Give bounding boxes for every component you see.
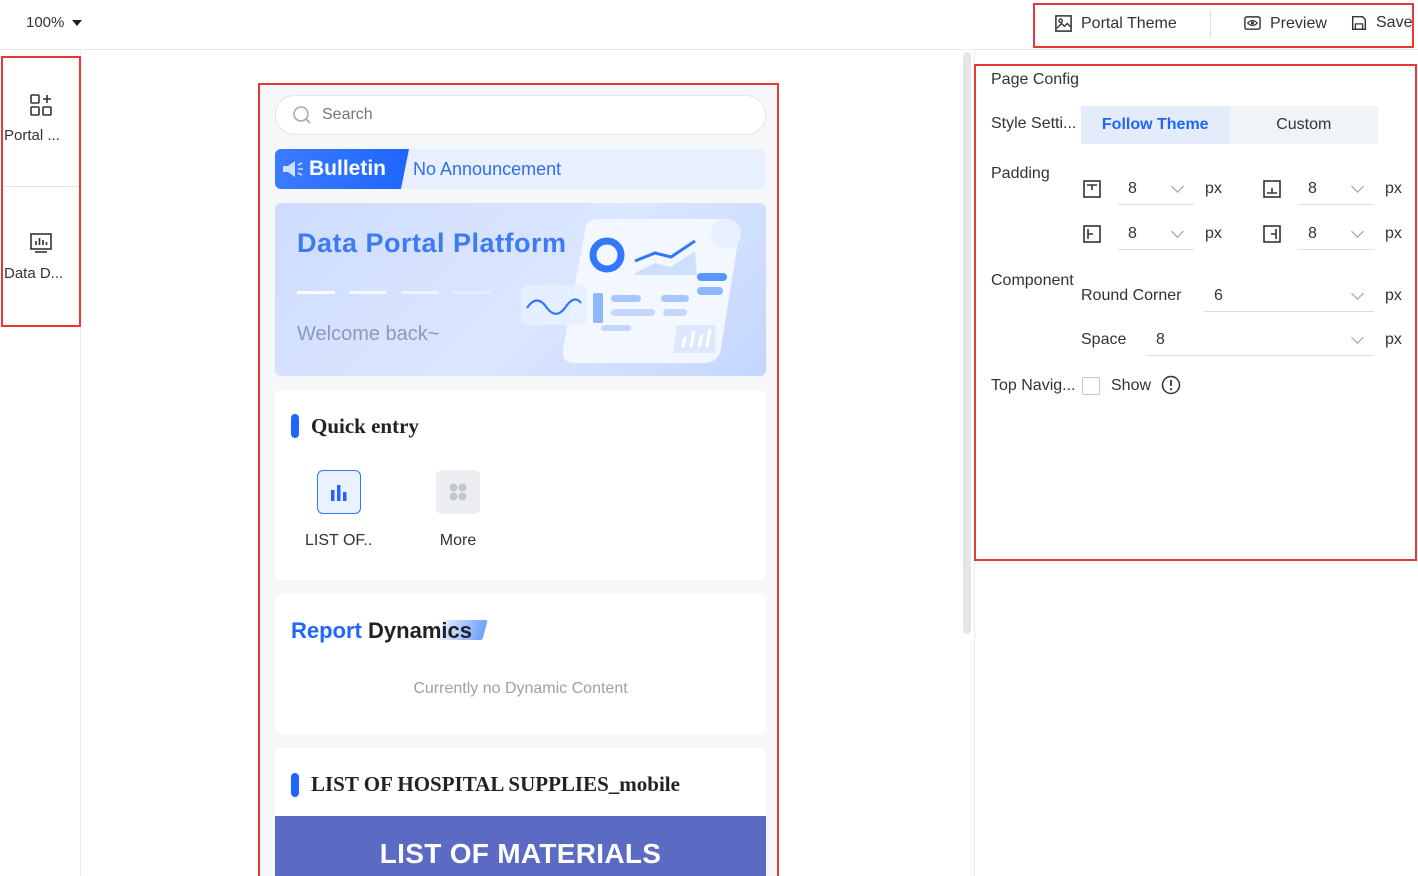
panel-divider	[974, 51, 975, 876]
save-label: Save	[1376, 14, 1413, 31]
chevron-down-icon	[1171, 224, 1184, 238]
padding-right-icon	[1263, 225, 1281, 243]
component-label: Component	[991, 272, 1074, 289]
eye-icon	[1244, 16, 1261, 30]
padding-bottom-value: 8	[1308, 179, 1317, 197]
style-settings-label: Style Setti...	[991, 115, 1077, 132]
sidebar-item-portal[interactable]: Portal ...	[4, 93, 78, 144]
unit-label: px	[1385, 287, 1402, 304]
unit-label: px	[1205, 225, 1222, 242]
bulletin-text: No Announcement	[413, 158, 562, 179]
portal-theme-label: Portal Theme	[1081, 14, 1177, 32]
chart-board-icon	[30, 233, 52, 253]
style-custom[interactable]: Custom	[1230, 106, 1379, 144]
section-marker	[291, 773, 299, 797]
padding-left-value: 8	[1128, 224, 1137, 242]
quick-entry-label: LIST OF..	[305, 532, 373, 549]
style-follow-theme[interactable]: Follow Theme	[1081, 106, 1230, 144]
toolbar-divider	[1210, 10, 1211, 38]
apps-add-icon	[30, 94, 52, 116]
report-empty-text: Currently no Dynamic Content	[413, 680, 628, 697]
round-corner-label: Round Corner	[1081, 287, 1182, 304]
chevron-down-icon	[1351, 179, 1364, 193]
top-navigation-label: Top Navig...	[991, 377, 1076, 394]
unit-label: px	[1385, 225, 1402, 242]
report-title-part1: Report	[291, 618, 362, 643]
space-label: Space	[1081, 331, 1127, 348]
search-input[interactable]	[322, 106, 722, 124]
caret-down-icon	[72, 19, 83, 26]
chevron-down-icon	[1351, 286, 1364, 300]
materials-banner[interactable]: LIST OF MATERIALS	[275, 816, 766, 876]
padding-left-icon	[1083, 225, 1101, 243]
search-box[interactable]	[275, 95, 766, 135]
bulletin-tag: Bulletin	[275, 149, 409, 189]
sidebar-item-label: Portal ...	[4, 127, 60, 144]
padding-top-value: 8	[1128, 179, 1137, 197]
padding-top-icon	[1083, 180, 1101, 198]
space-select[interactable]: 8	[1146, 324, 1374, 356]
round-corner-select[interactable]: 6	[1204, 280, 1374, 312]
preview-label: Preview	[1270, 14, 1327, 32]
save-icon	[1351, 15, 1367, 31]
quick-entry-title: Quick entry	[311, 414, 419, 438]
chevron-down-icon	[1351, 330, 1364, 344]
style-segmented-control: Follow Theme Custom	[1081, 106, 1378, 144]
padding-bottom-select[interactable]: 8	[1298, 173, 1374, 205]
canvas-scrollbar[interactable]	[963, 52, 971, 634]
padding-label: Padding	[991, 165, 1050, 182]
show-label: Show	[1111, 377, 1152, 394]
banner-dashes	[297, 291, 491, 294]
zoom-select[interactable]: 100%	[26, 14, 83, 31]
chevron-down-icon	[1351, 224, 1364, 238]
quick-entry-label: More	[439, 532, 477, 549]
list-title: LIST OF HOSPITAL SUPPLIES_mobile	[311, 772, 680, 796]
zoom-value: 100%	[26, 14, 65, 31]
padding-right-select[interactable]: 8	[1298, 218, 1374, 250]
padding-left-select[interactable]: 8	[1118, 218, 1194, 250]
report-scroll-illustration	[521, 219, 741, 363]
left-sidebar: Portal ... Data D...	[0, 51, 81, 876]
search-icon	[293, 106, 311, 124]
report-title-part2: Dynamics	[368, 618, 472, 643]
banner-welcome: Welcome back~	[297, 323, 440, 345]
top-navigation-checkbox[interactable]	[1082, 377, 1100, 395]
megaphone-icon	[283, 161, 303, 177]
padding-right-value: 8	[1308, 224, 1317, 242]
grid-icon	[436, 470, 480, 514]
padding-top-select[interactable]: 8	[1118, 173, 1194, 205]
portal-theme-button[interactable]: Portal Theme	[1054, 14, 1177, 33]
top-toolbar: 100% Portal Theme Preview Save	[0, 0, 1418, 50]
page-config-title: Page Config	[991, 71, 1080, 88]
unit-label: px	[1205, 180, 1222, 197]
bulletin-tag-label: Bulletin	[309, 157, 386, 180]
quick-entry-list-of[interactable]: LIST OF..	[305, 470, 372, 550]
padding-bottom-icon	[1263, 180, 1281, 198]
info-icon[interactable]	[1161, 375, 1181, 395]
welcome-banner: Data Portal Platform Welcome back~	[275, 203, 766, 376]
quick-entry-more[interactable]: More	[436, 470, 480, 550]
preview-button[interactable]: Preview	[1243, 14, 1327, 33]
unit-label: px	[1385, 331, 1402, 348]
bar-chart-icon	[316, 470, 361, 514]
round-corner-value: 6	[1214, 286, 1223, 304]
report-dynamics-card: Report Dynamics Currently no Dynamic Con…	[275, 594, 766, 734]
save-button[interactable]: Save	[1350, 14, 1412, 32]
sidebar-divider	[4, 186, 80, 187]
theme-image-icon	[1055, 15, 1072, 32]
sidebar-item-data-dashboard[interactable]: Data D...	[4, 231, 78, 282]
section-marker	[291, 414, 299, 438]
sidebar-item-label: Data D...	[4, 265, 64, 282]
quick-entry-card: Quick entry LIST OF.. More	[275, 390, 766, 580]
bulletin-bar[interactable]: Bulletin No Announcement	[275, 149, 766, 189]
unit-label: px	[1385, 180, 1402, 197]
chevron-down-icon	[1171, 179, 1184, 193]
report-dynamics-title: Report Dynamics	[291, 618, 488, 644]
space-value: 8	[1156, 330, 1165, 348]
mobile-preview: Bulletin No Announcement Data Portal Pla…	[260, 85, 777, 876]
